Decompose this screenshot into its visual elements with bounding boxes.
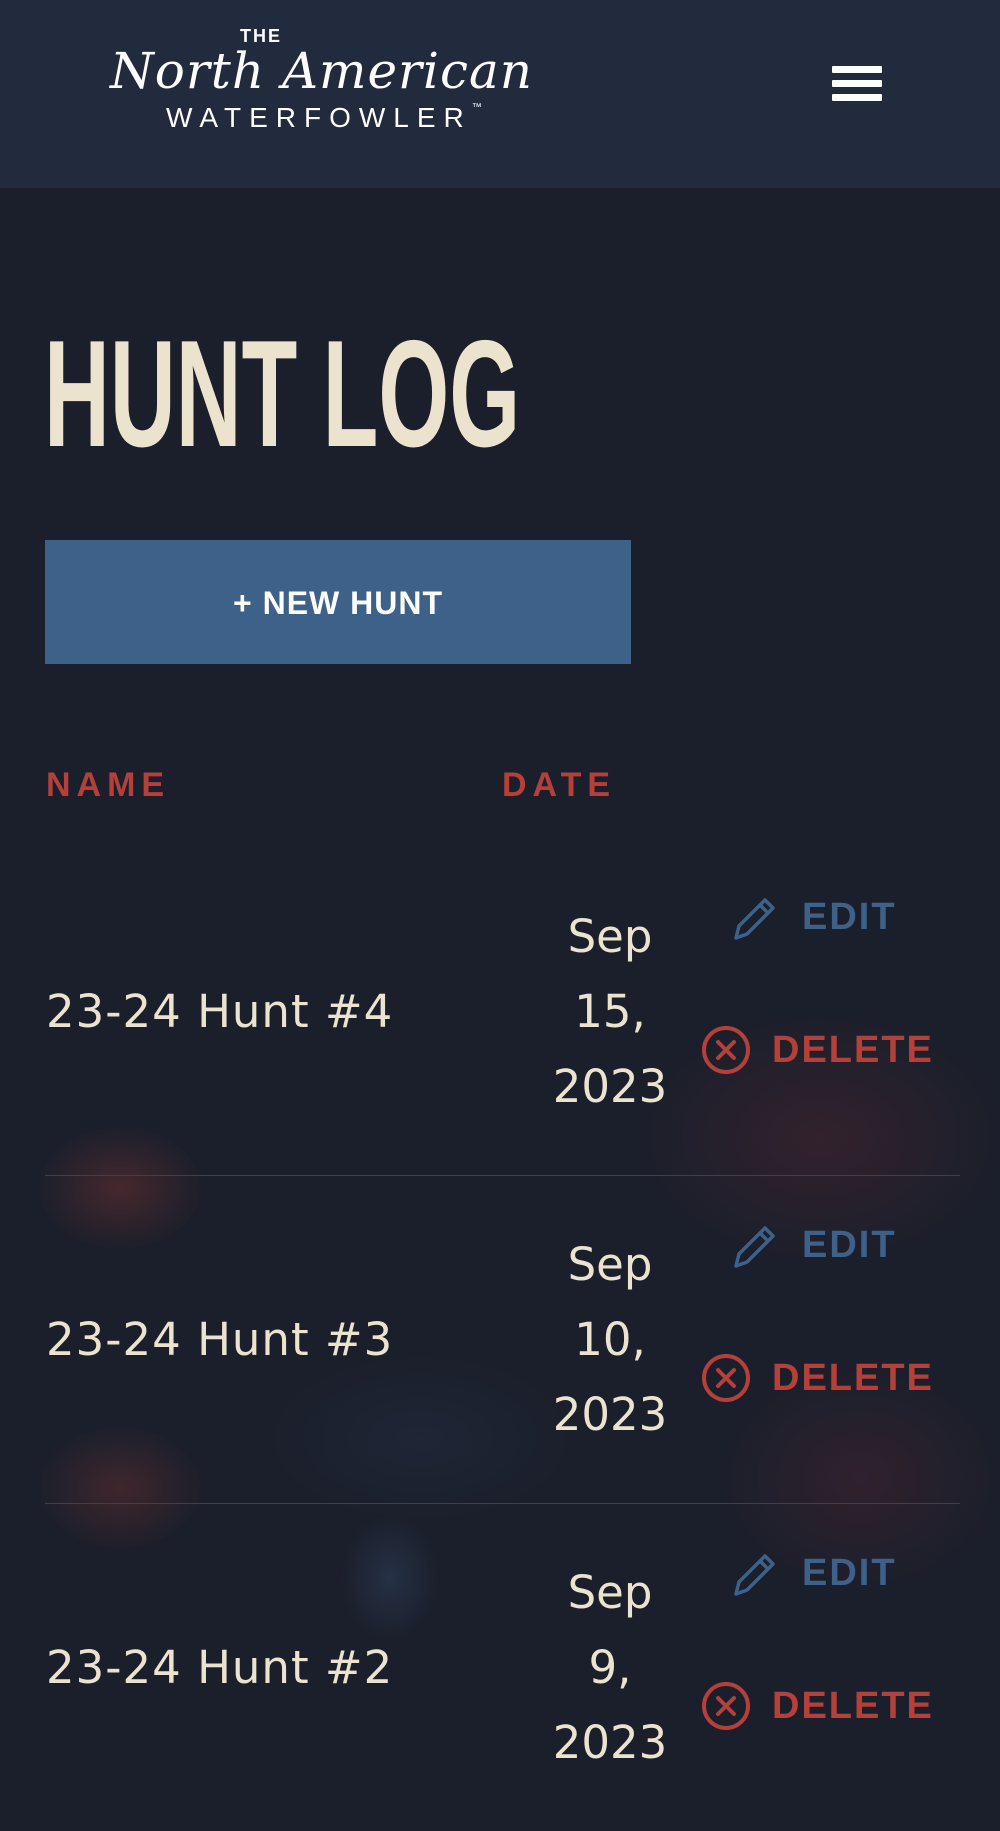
hunt-date: Sep 10, 2023 (485, 1175, 735, 1503)
edit-label: EDIT (802, 1223, 897, 1266)
logo-subtitle: WATERFOWLER™ (166, 102, 482, 134)
hunt-row: 23-24 Hunt #3 Sep 10, 2023 EDIT DELETE (45, 1175, 960, 1504)
hunt-date-day: 10, (574, 1312, 646, 1366)
hunt-date-month: Sep (567, 909, 653, 963)
site-header: THE North American WATERFOWLER™ (0, 0, 1000, 188)
hunt-date-month: Sep (567, 1237, 653, 1291)
logo-main-text: North American (110, 42, 533, 100)
hunt-date-day: 9, (588, 1640, 632, 1694)
close-circle-icon (702, 1682, 750, 1730)
delete-label: DELETE (772, 1356, 934, 1399)
close-circle-icon (702, 1354, 750, 1402)
close-circle-icon (702, 1026, 750, 1074)
hunt-date-day: 15, (574, 984, 646, 1038)
hunt-date-year: 2023 (552, 1387, 668, 1441)
delete-button[interactable]: DELETE (700, 1352, 934, 1404)
hunt-date-month: Sep (567, 1565, 653, 1619)
hunt-date-year: 2023 (552, 1059, 668, 1113)
hunt-date: Sep 15, 2023 (485, 847, 735, 1175)
new-hunt-button[interactable]: + NEW HUNT (45, 540, 631, 664)
hunt-row: 23-24 Hunt #4 Sep 15, 2023 EDIT DELETE (45, 847, 960, 1176)
edit-button[interactable]: EDIT (730, 1548, 897, 1598)
page-title: HUNT LOG (44, 309, 521, 479)
column-header-date: DATE (502, 766, 617, 804)
hunt-date: Sep 9, 2023 (485, 1503, 735, 1831)
pencil-icon (734, 1226, 775, 1268)
menu-bar (832, 66, 882, 73)
logo-trademark: ™ (471, 102, 482, 113)
menu-bar (832, 80, 882, 87)
pencil-icon (734, 1554, 775, 1596)
menu-bar (832, 94, 882, 101)
delete-label: DELETE (772, 1028, 934, 1071)
column-header-name: NAME (46, 766, 171, 804)
edit-label: EDIT (802, 1551, 897, 1594)
pencil-icon (734, 898, 775, 940)
delete-button[interactable]: DELETE (700, 1024, 934, 1076)
hamburger-menu-icon[interactable] (818, 56, 894, 112)
logo-sub-text: WATERFOWLER (166, 102, 472, 133)
site-logo[interactable]: THE North American WATERFOWLER™ (110, 26, 550, 136)
delete-label: DELETE (772, 1684, 934, 1727)
edit-label: EDIT (802, 895, 897, 938)
edit-button[interactable]: EDIT (730, 1220, 897, 1270)
hunt-name[interactable]: 23-24 Hunt #4 (46, 847, 393, 1175)
hunt-name[interactable]: 23-24 Hunt #2 (46, 1503, 393, 1831)
delete-button[interactable]: DELETE (700, 1680, 934, 1732)
edit-button[interactable]: EDIT (730, 892, 897, 942)
hunt-name[interactable]: 23-24 Hunt #3 (46, 1175, 393, 1503)
hunt-date-year: 2023 (552, 1715, 668, 1769)
hunt-row: 23-24 Hunt #2 Sep 9, 2023 EDIT DELETE (45, 1503, 960, 1831)
